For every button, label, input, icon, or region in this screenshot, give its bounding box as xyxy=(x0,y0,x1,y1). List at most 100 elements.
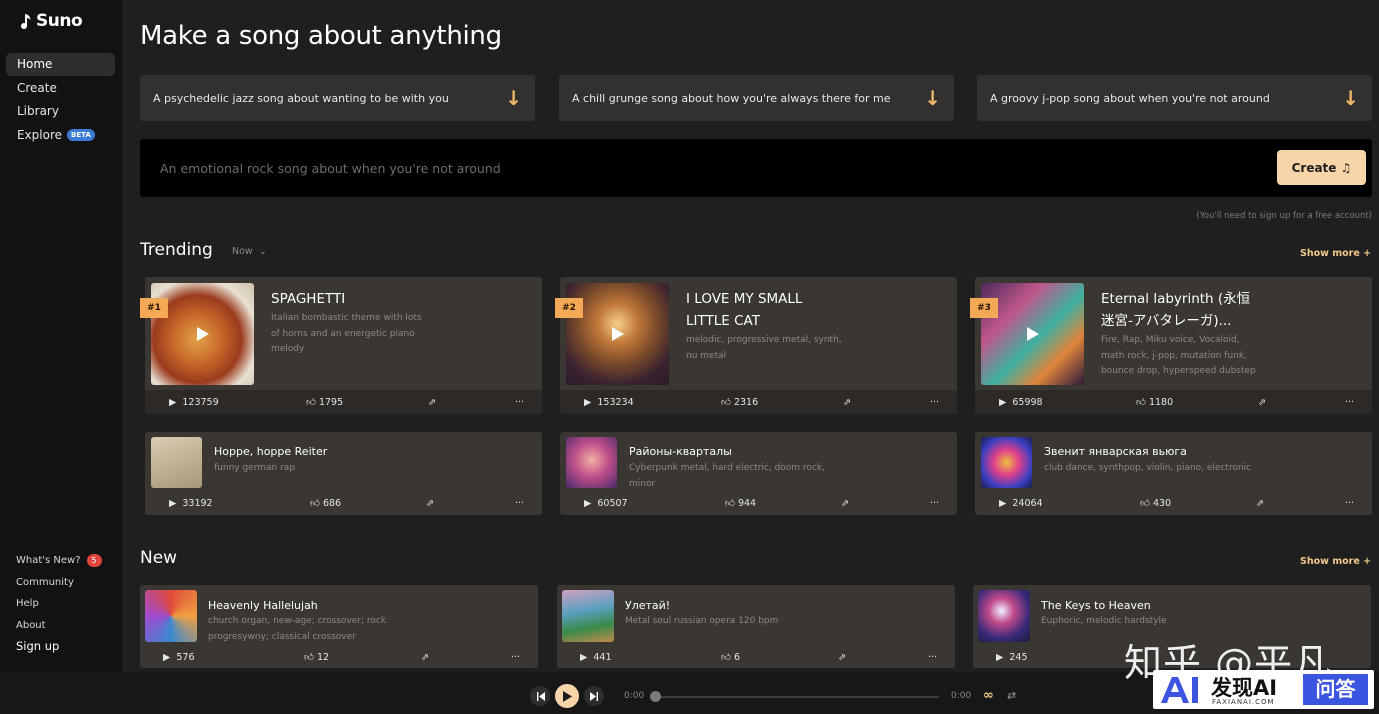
play-count[interactable]: ▶ 24064 xyxy=(999,491,1043,515)
song-title: Eternal labyrinth (永恒 迷宮-アバタレーガ)... xyxy=(1101,291,1251,329)
prompt-text: A groovy j-pop song about when you're no… xyxy=(990,91,1270,105)
more-options-icon[interactable]: ··· xyxy=(1345,390,1354,414)
community-link[interactable]: Community xyxy=(16,572,102,594)
about-link[interactable]: About xyxy=(16,615,102,637)
song-title: Районы-кварталы xyxy=(629,445,732,458)
song-tags: Euphoric, melodic hardstyle xyxy=(1041,616,1167,626)
sidebar-item-label: Explore xyxy=(17,127,63,142)
sign-up-link[interactable]: Sign up xyxy=(16,636,102,658)
faxianai-logo-icon xyxy=(1161,677,1198,703)
song-description-input[interactable]: An emotional rock song about when you're… xyxy=(140,139,1372,197)
card-stats-bar: ▶ 123759 👍︎ 1795 ⇗ ··· xyxy=(145,390,542,414)
play-count[interactable]: ▶ 65998 xyxy=(999,390,1043,414)
song-cover-image[interactable] xyxy=(151,437,202,488)
sidebar-footer: What's New? 5 Community Help About Sign u… xyxy=(16,550,102,658)
song-title: Звенит январская вьюга xyxy=(1044,445,1187,458)
more-options-icon[interactable]: ··· xyxy=(928,645,937,668)
new-card-1[interactable]: Heavenly Hallelujah church organ, new-ag… xyxy=(140,585,538,668)
page-title: Make a song about anything xyxy=(140,21,502,51)
song-cover-image[interactable] xyxy=(981,437,1032,488)
sidebar-item-label: Home xyxy=(17,57,53,71)
play-count[interactable]: ▶ 33192 xyxy=(169,491,213,515)
prompt-suggestion-2[interactable]: A chill grunge song about how you're alw… xyxy=(559,75,954,121)
prompt-suggestion-3[interactable]: A groovy j-pop song about when you're no… xyxy=(977,75,1372,121)
sidebar-item-library[interactable]: Library xyxy=(6,100,115,123)
play-count[interactable]: ▶ 576 xyxy=(163,645,195,668)
progress-slider[interactable] xyxy=(656,696,939,698)
card-stats-bar: ▶ 24064 👍︎ 430 ⇗ ··· xyxy=(975,491,1372,515)
new-card-2[interactable]: Улетай! Metal soul russian opera 120 bpm… xyxy=(557,585,955,668)
play-count[interactable]: ▶ 60507 xyxy=(584,491,628,515)
suno-logo[interactable]: Suno xyxy=(16,11,83,31)
trending-show-more-link[interactable]: Show more + xyxy=(1300,248,1371,259)
trending-filter-dropdown[interactable]: Now ⌄ xyxy=(232,246,267,257)
trending-card-3[interactable]: Eternal labyrinth (永恒 迷宮-アバタレーガ)... Fire,… xyxy=(975,277,1372,414)
whats-new-link[interactable]: What's New? 5 xyxy=(16,550,102,572)
card-stats-bar: ▶ 65998 👍︎ 1180 ⇗ ··· xyxy=(975,390,1372,414)
share-icon[interactable]: ⇗ xyxy=(1256,491,1264,515)
like-button[interactable]: 👍︎ 6 xyxy=(721,645,740,668)
song-tags: Fire, Rap, Miku voice, Vocaloid, math roc… xyxy=(1101,335,1256,376)
trending-card-2[interactable]: I LOVE MY SMALL LITTLE CAT melodic, progr… xyxy=(560,277,957,414)
play-count[interactable]: ▶ 123759 xyxy=(169,390,219,414)
previous-track-icon[interactable] xyxy=(530,686,550,706)
like-button[interactable]: 👍︎ 1795 xyxy=(306,390,343,414)
play-count[interactable]: ▶ 153234 xyxy=(584,390,634,414)
share-icon[interactable]: ⇗ xyxy=(428,390,436,414)
song-cover-image[interactable] xyxy=(978,590,1030,642)
share-icon[interactable]: ⇗ xyxy=(841,491,849,515)
sidebar: Suno Home Create Library Explore BETA Wha… xyxy=(0,0,122,714)
new-show-more-link[interactable]: Show more + xyxy=(1300,556,1371,567)
song-title: Улетай! xyxy=(625,599,671,612)
share-icon[interactable]: ⇗ xyxy=(426,491,434,515)
chevron-down-icon: ⌄ xyxy=(255,246,267,257)
song-tags: Cyberpunk metal, hard electric, doom roc… xyxy=(629,463,825,489)
trending-title: Trending xyxy=(140,240,213,260)
play-count[interactable]: ▶ 245 xyxy=(996,645,1028,668)
trending-small-card-1[interactable]: Hoppe, hoppe Reiter funny german rap ▶ 3… xyxy=(145,432,542,515)
arrow-down-icon: ↓ xyxy=(924,86,941,110)
like-button[interactable]: 👍︎ 430 xyxy=(1140,491,1171,515)
play-icon[interactable] xyxy=(555,684,579,708)
new-section-title: New xyxy=(140,548,178,568)
create-button[interactable]: Create ♫ xyxy=(1277,150,1366,185)
like-button[interactable]: 👍︎ 2316 xyxy=(721,390,758,414)
like-button[interactable]: 👍︎ 944 xyxy=(725,491,756,515)
share-icon[interactable]: ⇗ xyxy=(843,390,851,414)
trending-card-1[interactable]: SPAGHETTI Italian bombastic theme with l… xyxy=(145,277,542,414)
like-button[interactable]: 👍︎ 686 xyxy=(310,491,341,515)
card-stats-bar: ▶ 153234 👍︎ 2316 ⇗ ··· xyxy=(560,390,957,414)
loop-icon[interactable]: ∞ xyxy=(983,688,994,703)
more-options-icon[interactable]: ··· xyxy=(515,390,524,414)
song-cover-image[interactable] xyxy=(562,590,614,642)
sidebar-item-home[interactable]: Home xyxy=(6,53,115,76)
next-track-icon[interactable] xyxy=(584,686,604,706)
sidebar-item-create[interactable]: Create xyxy=(6,77,115,100)
play-count[interactable]: ▶ 441 xyxy=(580,645,612,668)
prompt-text: A psychedelic jazz song about wanting to… xyxy=(153,91,449,105)
song-cover-image[interactable] xyxy=(145,590,197,642)
more-options-icon[interactable]: ··· xyxy=(511,645,520,668)
share-icon[interactable]: ⇗ xyxy=(838,645,846,668)
play-icon xyxy=(611,327,624,341)
like-button[interactable]: 👍︎ 1180 xyxy=(1136,390,1173,414)
sidebar-item-explore[interactable]: Explore BETA xyxy=(6,124,115,147)
song-cover-image[interactable] xyxy=(566,437,617,488)
more-options-icon[interactable]: ··· xyxy=(1345,491,1354,515)
more-options-icon[interactable]: ··· xyxy=(515,491,524,515)
more-options-icon[interactable]: ··· xyxy=(930,491,939,515)
repeat-icon[interactable]: ⇄ xyxy=(1007,689,1016,702)
prompt-suggestion-1[interactable]: A psychedelic jazz song about wanting to… xyxy=(140,75,535,121)
help-link[interactable]: Help xyxy=(16,593,102,615)
trending-small-card-3[interactable]: Звенит январская вьюга club dance, synth… xyxy=(975,432,1372,515)
trending-small-card-2[interactable]: Районы-кварталы Cyberpunk metal, hard el… xyxy=(560,432,957,515)
card-stats-bar: ▶ 576 👍︎ 12 ⇗ ··· xyxy=(140,645,538,668)
like-button[interactable]: 👍︎ 12 xyxy=(304,645,329,668)
whats-new-label: What's New? xyxy=(16,555,81,566)
share-icon[interactable]: ⇗ xyxy=(1258,390,1266,414)
prompt-text: A chill grunge song about how you're alw… xyxy=(572,91,891,105)
song-title: Hoppe, hoppe Reiter xyxy=(214,445,328,458)
share-icon[interactable]: ⇗ xyxy=(421,645,429,668)
progress-slider-handle[interactable] xyxy=(650,691,661,702)
more-options-icon[interactable]: ··· xyxy=(930,390,939,414)
